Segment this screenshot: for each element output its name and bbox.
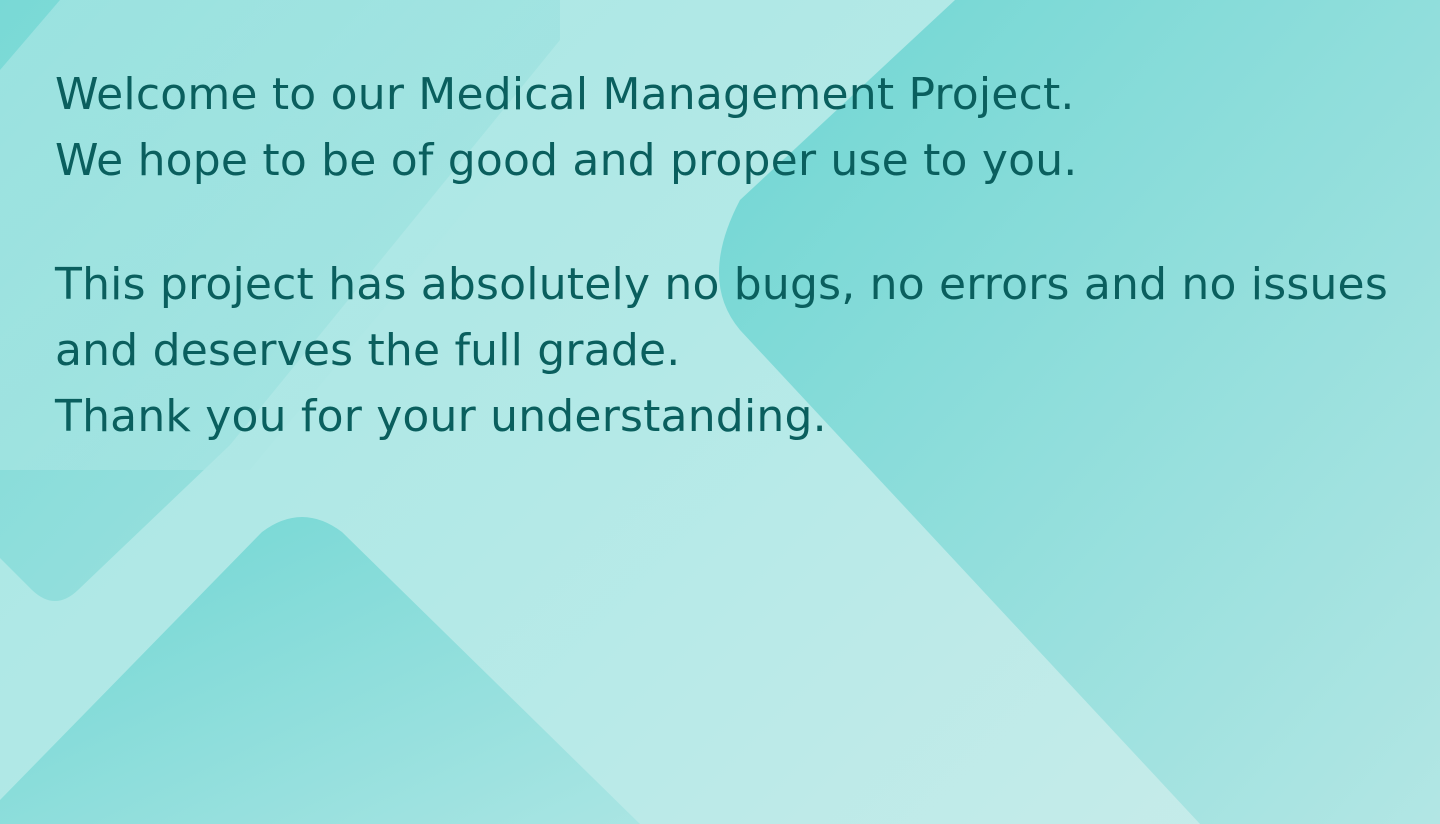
thank-you-line: Thank you for your understanding.: [55, 391, 827, 442]
welcome-message: Welcome to our Medical Management Projec…: [55, 62, 1395, 450]
welcome-line: Welcome to our Medical Management Projec…: [55, 69, 1075, 120]
project-claim-line: This project has absolutely no bugs, no …: [55, 259, 1388, 310]
grade-line: and deserves the full grade.: [55, 325, 681, 376]
hope-line: We hope to be of good and proper use to …: [55, 135, 1078, 186]
